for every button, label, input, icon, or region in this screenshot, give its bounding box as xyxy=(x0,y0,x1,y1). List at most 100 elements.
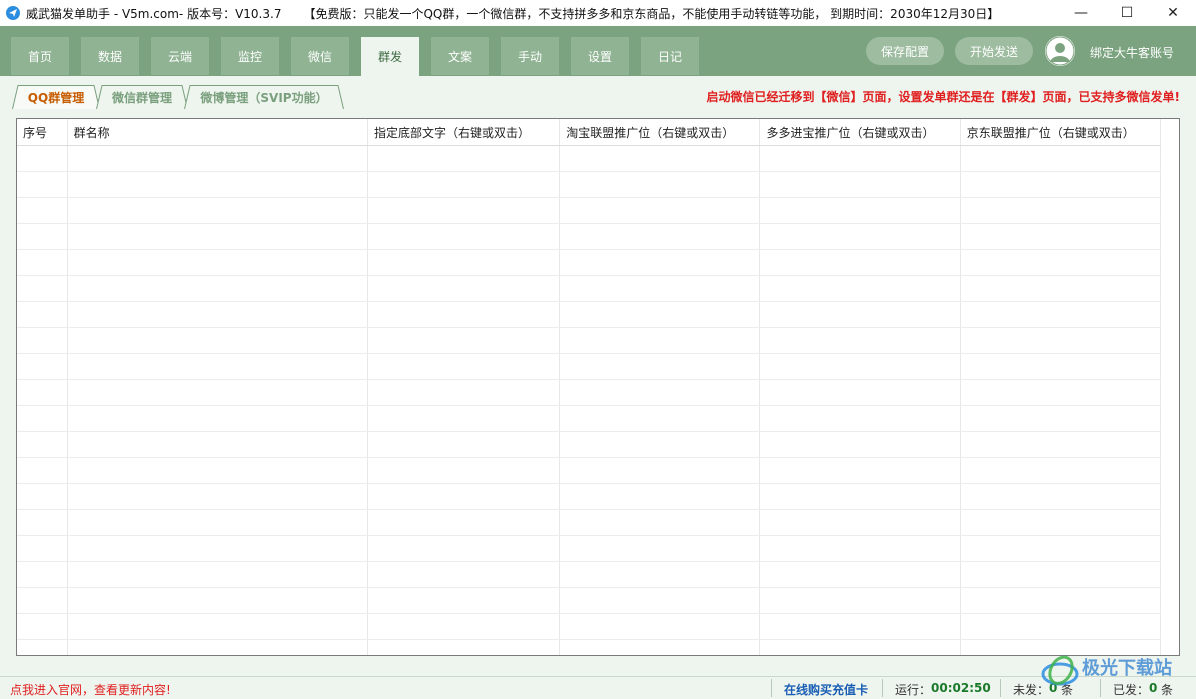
table-cell[interactable] xyxy=(759,223,961,250)
table-cell[interactable] xyxy=(367,431,561,458)
col-header-taobao-pid[interactable]: 淘宝联盟推广位（右键或双击） xyxy=(559,119,761,146)
table-cell[interactable] xyxy=(960,639,1162,655)
table-cell[interactable] xyxy=(67,613,368,640)
table-cell[interactable] xyxy=(559,561,761,588)
table-cell[interactable] xyxy=(67,275,368,302)
table-cell[interactable] xyxy=(759,197,961,224)
table-cell[interactable] xyxy=(17,275,68,302)
table-cell[interactable] xyxy=(559,301,761,328)
table-cell[interactable] xyxy=(367,535,561,562)
table-cell[interactable] xyxy=(960,379,1162,406)
table-cell[interactable] xyxy=(17,405,68,432)
table-cell[interactable] xyxy=(759,587,961,614)
table-cell[interactable] xyxy=(960,301,1162,328)
tab-cloud[interactable]: 云端 xyxy=(151,37,209,75)
table-cell[interactable] xyxy=(17,561,68,588)
table-cell[interactable] xyxy=(759,639,961,655)
website-link[interactable]: 点我进入官网，查看更新内容! xyxy=(10,681,171,698)
table-cell[interactable] xyxy=(759,327,961,354)
tab-group-send[interactable]: 群发 xyxy=(361,37,419,76)
table-cell[interactable] xyxy=(367,457,561,484)
table-cell[interactable] xyxy=(67,405,368,432)
tab-copywriting[interactable]: 文案 xyxy=(431,37,489,75)
table-cell[interactable] xyxy=(17,431,68,458)
table-cell[interactable] xyxy=(759,171,961,198)
buy-card-link[interactable]: 在线购买充值卡 xyxy=(784,681,868,698)
table-cell[interactable] xyxy=(17,353,68,380)
table-cell[interactable] xyxy=(960,249,1162,276)
table-cell[interactable] xyxy=(67,223,368,250)
table-cell[interactable] xyxy=(367,509,561,536)
table-cell[interactable] xyxy=(559,535,761,562)
maximize-button[interactable]: ☐ xyxy=(1104,0,1150,26)
table-cell[interactable] xyxy=(759,613,961,640)
table-cell[interactable] xyxy=(759,457,961,484)
table-cell[interactable] xyxy=(960,509,1162,536)
table-cell[interactable] xyxy=(960,483,1162,510)
table-cell[interactable] xyxy=(960,145,1162,172)
table-cell[interactable] xyxy=(960,613,1162,640)
table-cell[interactable] xyxy=(67,561,368,588)
table-cell[interactable] xyxy=(367,171,561,198)
minimize-button[interactable]: — xyxy=(1058,0,1104,26)
table-cell[interactable] xyxy=(367,483,561,510)
table-cell[interactable] xyxy=(67,457,368,484)
table-cell[interactable] xyxy=(759,353,961,380)
col-header-jd-pid[interactable]: 京东联盟推广位（右键或双击） xyxy=(960,119,1162,146)
table-row[interactable] xyxy=(17,509,1162,536)
table-cell[interactable] xyxy=(960,405,1162,432)
table-cell[interactable] xyxy=(367,353,561,380)
table-cell[interactable] xyxy=(17,145,68,172)
table-cell[interactable] xyxy=(759,509,961,536)
subtab-weibo[interactable]: 微博管理（SVIP功能） xyxy=(184,85,344,109)
subtab-qq-group[interactable]: QQ群管理 xyxy=(12,85,100,109)
table-cell[interactable] xyxy=(960,197,1162,224)
table-cell[interactable] xyxy=(367,327,561,354)
close-button[interactable]: ✕ xyxy=(1150,0,1196,26)
table-cell[interactable] xyxy=(367,379,561,406)
table-row[interactable] xyxy=(17,327,1162,354)
table-cell[interactable] xyxy=(559,457,761,484)
table-cell[interactable] xyxy=(67,587,368,614)
table-cell[interactable] xyxy=(759,275,961,302)
subtab-wechat-group[interactable]: 微信群管理 xyxy=(96,85,188,109)
table-cell[interactable] xyxy=(67,249,368,276)
table-row[interactable] xyxy=(17,223,1162,250)
table-cell[interactable] xyxy=(960,353,1162,380)
table-cell[interactable] xyxy=(367,145,561,172)
table-cell[interactable] xyxy=(367,405,561,432)
table-row[interactable] xyxy=(17,379,1162,406)
table-cell[interactable] xyxy=(67,353,368,380)
table-cell[interactable] xyxy=(559,145,761,172)
tab-manual[interactable]: 手动 xyxy=(501,37,559,75)
table-cell[interactable] xyxy=(67,379,368,406)
table-cell[interactable] xyxy=(67,509,368,536)
table-cell[interactable] xyxy=(17,457,68,484)
table-cell[interactable] xyxy=(759,145,961,172)
table-cell[interactable] xyxy=(559,275,761,302)
table-row[interactable] xyxy=(17,353,1162,380)
table-cell[interactable] xyxy=(17,535,68,562)
table-cell[interactable] xyxy=(559,509,761,536)
table-cell[interactable] xyxy=(367,613,561,640)
table-cell[interactable] xyxy=(67,197,368,224)
table-cell[interactable] xyxy=(67,327,368,354)
table-cell[interactable] xyxy=(960,431,1162,458)
table-cell[interactable] xyxy=(759,535,961,562)
table-cell[interactable] xyxy=(759,379,961,406)
table-row[interactable] xyxy=(17,171,1162,198)
bind-account-link[interactable]: 绑定大牛客账号 xyxy=(1090,44,1174,61)
table-cell[interactable] xyxy=(17,483,68,510)
table-cell[interactable] xyxy=(17,171,68,198)
table-cell[interactable] xyxy=(759,405,961,432)
tab-home[interactable]: 首页 xyxy=(11,37,69,75)
table-cell[interactable] xyxy=(367,223,561,250)
table-cell[interactable] xyxy=(67,145,368,172)
table-cell[interactable] xyxy=(960,223,1162,250)
table-row[interactable] xyxy=(17,197,1162,224)
tab-wechat[interactable]: 微信 xyxy=(291,37,349,75)
table-cell[interactable] xyxy=(367,639,561,655)
table-cell[interactable] xyxy=(759,561,961,588)
table-cell[interactable] xyxy=(17,509,68,536)
tab-monitor[interactable]: 监控 xyxy=(221,37,279,75)
